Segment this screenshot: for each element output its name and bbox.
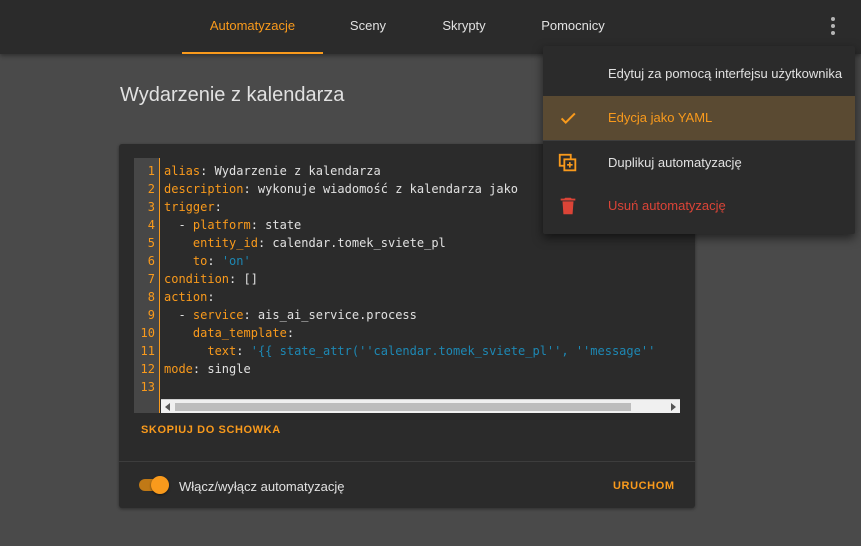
yaml-text: : ais_ai_service.process xyxy=(243,308,417,322)
line-number: 13 xyxy=(140,380,155,394)
scrollbar-thumb[interactable] xyxy=(175,403,631,411)
code-line[interactable]: text: '{{ state_attr(''calendar.tomek_sv… xyxy=(164,342,655,360)
menu-item-duplicate[interactable]: Duplikuj automatyzację xyxy=(543,141,855,185)
menu-item-edit-ui[interactable]: Edytuj za pomocą interfejsu użytkownika xyxy=(543,52,855,96)
yaml-text: : xyxy=(207,290,215,304)
yaml-text: : state xyxy=(250,218,302,232)
line-number: 11 xyxy=(140,344,155,358)
line-number-gutter: 1 2 3 4 5 6 7 8 9 10 11 12 13 xyxy=(134,158,160,413)
yaml-key: entity_id xyxy=(192,236,258,250)
menu-item-edit-yaml[interactable]: Edycja jako YAML xyxy=(543,96,855,140)
code-line[interactable]: description: wykonuje wiadomość z kalend… xyxy=(164,180,518,198)
yaml-text xyxy=(164,236,193,250)
yaml-text: : Wydarzenie z kalendarza xyxy=(200,164,381,178)
yaml-key: text xyxy=(207,344,237,358)
line-number: 5 xyxy=(147,236,155,250)
code-line[interactable]: data_template: xyxy=(164,324,294,342)
page-title: Wydarzenie z kalendarza xyxy=(120,84,345,106)
duplicate-icon xyxy=(557,152,579,174)
yaml-text xyxy=(164,326,193,340)
menu-item-label: Usuń automatyzację xyxy=(608,198,726,213)
yaml-key: trigger xyxy=(164,200,215,214)
yaml-key: description xyxy=(164,182,244,196)
menu-item-label: Duplikuj automatyzację xyxy=(608,155,742,170)
code-line[interactable]: entity_id: calendar.tomek_sviete_pl xyxy=(164,234,446,252)
check-icon xyxy=(557,107,579,129)
yaml-string: '{{ state_attr(''calendar.tomek_sviete_p… xyxy=(250,344,656,358)
menu-item-label: Edycja jako YAML xyxy=(608,110,713,125)
code-line[interactable]: to: 'on' xyxy=(164,252,251,270)
card-divider xyxy=(119,461,695,462)
toggle-knob xyxy=(151,476,169,494)
yaml-text: : xyxy=(214,200,222,214)
yaml-text: : single xyxy=(192,362,251,376)
yaml-key: platform xyxy=(192,218,251,232)
yaml-text xyxy=(164,344,207,358)
scroll-right-icon[interactable] xyxy=(671,403,676,411)
scroll-left-icon[interactable] xyxy=(165,403,170,411)
code-line[interactable]: - platform: state xyxy=(164,216,301,234)
yaml-text xyxy=(164,254,193,268)
yaml-key: action xyxy=(164,290,208,304)
more-vertical-icon[interactable] xyxy=(824,15,842,37)
line-number: 1 xyxy=(147,164,155,178)
code-line[interactable]: - service: ais_ai_service.process xyxy=(164,306,417,324)
yaml-text: : calendar.tomek_sviete_pl xyxy=(257,236,446,250)
enable-automation-label: Włącz/wyłącz automatyzację xyxy=(179,479,345,494)
yaml-text: : xyxy=(236,344,251,358)
yaml-text: : [] xyxy=(229,272,258,286)
yaml-text: : xyxy=(207,254,222,268)
menu-item-delete[interactable]: Usuń automatyzację xyxy=(543,184,855,228)
yaml-text: : xyxy=(286,326,295,340)
line-number: 8 xyxy=(147,290,155,304)
yaml-text: - xyxy=(164,308,193,322)
line-number: 4 xyxy=(147,218,155,232)
line-number: 9 xyxy=(147,308,155,322)
yaml-key: data_template xyxy=(192,326,287,340)
yaml-key: to xyxy=(192,254,208,268)
copy-to-clipboard-button[interactable]: SKOPIUJ DO SCHOWKA xyxy=(141,424,281,436)
yaml-key: alias xyxy=(164,164,201,178)
line-number: 12 xyxy=(140,362,155,376)
yaml-text: - xyxy=(164,218,193,232)
run-button[interactable]: URUCHOM xyxy=(613,480,675,492)
code-line[interactable]: mode: single xyxy=(164,360,251,378)
enable-automation-toggle[interactable] xyxy=(137,476,171,494)
code-line[interactable]: trigger: xyxy=(164,198,222,216)
tab-automatyzacje[interactable]: Automatyzacje xyxy=(182,0,323,54)
horizontal-scrollbar[interactable] xyxy=(161,399,680,413)
trash-icon xyxy=(557,195,579,217)
yaml-key: mode xyxy=(164,362,193,376)
code-line[interactable]: condition: [] xyxy=(164,270,258,288)
overflow-menu: Edytuj za pomocą interfejsu użytkownika … xyxy=(543,46,855,234)
line-number: 3 xyxy=(147,200,155,214)
line-number: 7 xyxy=(147,272,155,286)
code-line[interactable]: action: xyxy=(164,288,215,306)
tab-skrypty[interactable]: Skrypty xyxy=(426,0,502,54)
yaml-text: : wykonuje wiadomość z kalendarza jako xyxy=(243,182,519,196)
yaml-string: 'on' xyxy=(221,254,251,268)
menu-item-label: Edytuj za pomocą interfejsu użytkownika xyxy=(608,66,843,81)
line-number: 10 xyxy=(140,326,155,340)
yaml-key: service xyxy=(192,308,244,322)
tab-sceny[interactable]: Sceny xyxy=(334,0,402,54)
yaml-key: condition xyxy=(164,272,230,286)
line-number: 2 xyxy=(147,182,155,196)
code-line[interactable]: alias: Wydarzenie z kalendarza xyxy=(164,162,381,180)
line-number: 6 xyxy=(147,254,155,268)
